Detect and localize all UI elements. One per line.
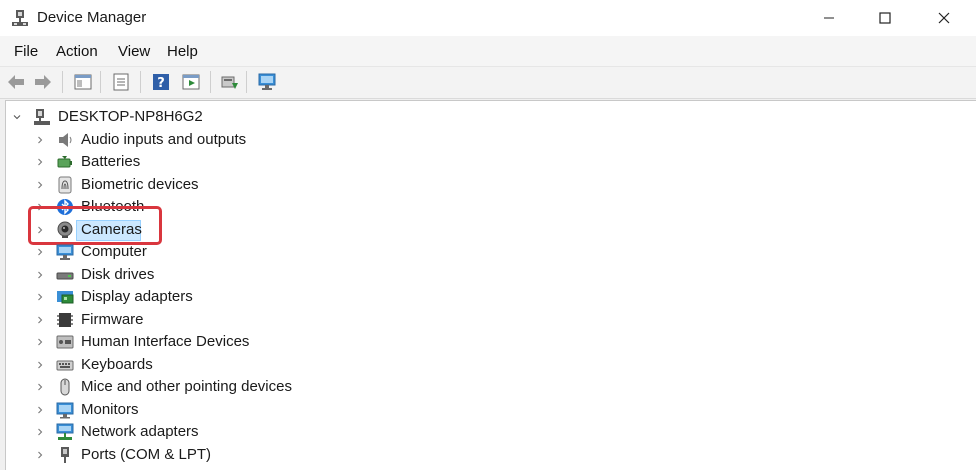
speaker-icon bbox=[59, 132, 72, 147]
port-icon bbox=[61, 446, 69, 463]
svg-text:?: ? bbox=[157, 76, 165, 91]
device-manager-icon bbox=[12, 10, 28, 26]
tree-item-label: Audio inputs and outputs bbox=[81, 130, 247, 148]
close-button[interactable] bbox=[917, 0, 971, 36]
action-pane-icon[interactable] bbox=[180, 71, 202, 93]
toolbar: ? bbox=[0, 66, 976, 99]
chevron-right-icon[interactable] bbox=[35, 427, 45, 437]
maximize-button[interactable] bbox=[858, 0, 912, 36]
tree-item-label: Display adapters bbox=[81, 288, 193, 305]
minimize-button[interactable] bbox=[802, 0, 856, 36]
chevron-right-icon[interactable] bbox=[35, 315, 45, 325]
firmware-icon bbox=[57, 312, 73, 327]
toolbar-separator bbox=[210, 71, 211, 93]
chevron-right-icon[interactable] bbox=[35, 337, 45, 347]
menu-bar: File Action View Help bbox=[0, 36, 976, 66]
tree-item-monitors[interactable] bbox=[6, 399, 966, 421]
chevron-right-icon[interactable] bbox=[35, 135, 45, 145]
device-tree: DESKTOP-NP8H6G2 Audio inputs and outputs B… bbox=[5, 100, 976, 470]
menu-help[interactable]: Help bbox=[167, 43, 198, 60]
tree-root-label[interactable]: DESKTOP-NP8H6G2 bbox=[58, 108, 203, 125]
tree-item-label: Mice and other pointing devices bbox=[81, 378, 292, 395]
chevron-right-icon[interactable] bbox=[35, 292, 45, 302]
chevron-right-icon[interactable] bbox=[35, 382, 45, 392]
computer-icon bbox=[56, 244, 74, 260]
chevron-right-icon[interactable] bbox=[35, 247, 45, 257]
pc-icon bbox=[34, 109, 50, 125]
forward-arrow-icon[interactable] bbox=[32, 71, 54, 93]
console-tree-icon[interactable] bbox=[72, 71, 94, 93]
monitor-icon bbox=[56, 402, 74, 418]
window-title: Device Manager bbox=[37, 9, 147, 26]
update-driver-icon[interactable] bbox=[218, 71, 240, 93]
toolbar-separator bbox=[246, 71, 247, 93]
chevron-right-icon[interactable] bbox=[35, 180, 45, 190]
tree-item-label: Human Interface Devices bbox=[81, 333, 250, 350]
title-bar: Device Manager bbox=[0, 0, 976, 36]
hid-icon bbox=[56, 335, 74, 349]
camera-icon bbox=[57, 221, 73, 238]
tree-item-label: Batteries bbox=[81, 153, 141, 170]
chevron-right-icon[interactable] bbox=[35, 450, 45, 460]
tree-item-label: Monitors bbox=[81, 400, 139, 418]
maximize-icon bbox=[879, 12, 891, 24]
minimize-icon bbox=[824, 17, 834, 19]
chevron-right-icon[interactable] bbox=[35, 360, 45, 370]
network-adapter-icon bbox=[56, 423, 74, 440]
menu-action[interactable]: Action bbox=[56, 43, 98, 60]
chevron-down-icon[interactable] bbox=[12, 112, 22, 122]
chevron-right-icon[interactable] bbox=[35, 157, 45, 167]
tree-item-label: Computer bbox=[81, 243, 147, 260]
tree-item-label: Disk drives bbox=[81, 265, 155, 283]
chevron-right-icon[interactable] bbox=[35, 405, 45, 415]
toolbar-separator bbox=[100, 71, 101, 93]
mouse-icon bbox=[60, 378, 70, 396]
chevron-right-icon[interactable] bbox=[35, 270, 45, 280]
close-icon bbox=[938, 12, 950, 24]
tree-item-label: Ports (COM & LPT) bbox=[81, 445, 212, 463]
menu-file[interactable]: File bbox=[14, 43, 38, 60]
tree-item-label: Biometric devices bbox=[81, 175, 199, 193]
toolbar-separator bbox=[140, 71, 141, 93]
keyboard-icon bbox=[56, 360, 74, 370]
disk-drive-icon bbox=[56, 272, 74, 279]
tree-item-batteries[interactable] bbox=[6, 151, 966, 173]
battery-icon bbox=[57, 156, 72, 168]
tree-item-label: Keyboards bbox=[81, 355, 153, 373]
display-adapter-icon bbox=[57, 291, 74, 304]
properties-icon[interactable] bbox=[110, 71, 132, 93]
tree-item-computer[interactable] bbox=[6, 241, 966, 263]
toolbar-separator bbox=[62, 71, 63, 93]
tree-item-label: Network adapters bbox=[81, 423, 199, 440]
tree-item-label: Cameras bbox=[81, 220, 142, 238]
fingerprint-icon bbox=[58, 176, 72, 193]
scan-hardware-icon[interactable] bbox=[256, 71, 278, 93]
back-arrow-icon[interactable] bbox=[5, 71, 27, 93]
tree-item-firmware[interactable] bbox=[6, 309, 966, 331]
chevron-right-icon[interactable] bbox=[35, 225, 45, 235]
help-icon[interactable]: ? bbox=[150, 71, 172, 93]
menu-view[interactable]: View bbox=[118, 43, 150, 60]
tree-item-label: Firmware bbox=[81, 310, 144, 328]
